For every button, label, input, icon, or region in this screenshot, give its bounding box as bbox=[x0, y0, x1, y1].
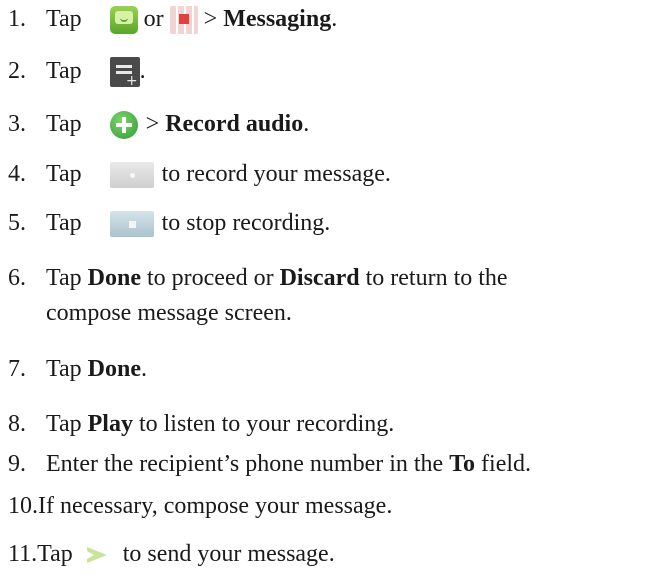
app-grid-icon bbox=[169, 6, 198, 35]
step-text: to stop recording. bbox=[161, 210, 331, 236]
step-text: Tap bbox=[46, 411, 82, 437]
step-punct: . bbox=[139, 58, 146, 84]
messaging-app-icon bbox=[109, 6, 138, 35]
step-keyword: Play bbox=[87, 411, 133, 437]
step-11: 11.Tap to send your message. bbox=[8, 540, 335, 568]
step-3: 3. Tap > Record audio. bbox=[8, 110, 310, 140]
step-keyword: Messaging bbox=[223, 6, 332, 32]
step-text: or bbox=[143, 6, 164, 32]
step-text: to send your message. bbox=[122, 541, 335, 567]
step-6: 6. Tap Done to proceed or Discard to retu… bbox=[8, 264, 508, 292]
step-keyword: Done bbox=[87, 356, 141, 382]
step-number: 9. bbox=[8, 451, 26, 477]
send-arrow-icon bbox=[83, 544, 109, 566]
step-number: 6. bbox=[8, 265, 26, 291]
step-8: 8. Tap Play to listen to your recording. bbox=[8, 410, 394, 438]
step-keyword: Done bbox=[87, 265, 141, 291]
step-keyword: Record audio bbox=[165, 111, 304, 137]
step-text: Tap bbox=[46, 356, 82, 382]
step-text: > bbox=[203, 6, 218, 32]
step-number: 2. bbox=[8, 58, 26, 84]
step-punct: . bbox=[303, 111, 310, 137]
step-text: Tap bbox=[46, 265, 82, 291]
step-9: 9. Enter the recipient’s phone number in … bbox=[8, 450, 531, 478]
step-text: Tap bbox=[37, 541, 73, 567]
step-text: to proceed or bbox=[146, 265, 274, 291]
step-text: Tap bbox=[46, 58, 82, 84]
step-4: 4. Tap to record your message. bbox=[8, 160, 391, 189]
step-keyword: To bbox=[449, 451, 476, 477]
step-number: 1. bbox=[8, 6, 26, 32]
compose-new-message-icon bbox=[109, 57, 140, 88]
step-2: 2. Tap. bbox=[8, 57, 146, 88]
step-number: 7. bbox=[8, 356, 26, 382]
step-number: 11. bbox=[8, 541, 38, 567]
step-10: 10.If necessary, compose your message. bbox=[8, 492, 392, 520]
step-text: Enter the recipient’s phone number in th… bbox=[46, 451, 444, 477]
step-text: to record your message. bbox=[161, 161, 391, 187]
step-text: If necessary, compose your message. bbox=[38, 493, 393, 519]
step-number: 5. bbox=[8, 210, 26, 236]
step-text: to return to the bbox=[365, 265, 508, 291]
step-5: 5. Tap to stop recording. bbox=[8, 209, 331, 238]
step-1: 1. Tap or > Messaging. bbox=[8, 5, 338, 35]
step-text: to listen to your recording. bbox=[138, 411, 395, 437]
step-number: 3. bbox=[8, 111, 26, 137]
step-punct: . bbox=[331, 6, 338, 32]
step-text: Tap bbox=[46, 161, 82, 187]
step-text: field. bbox=[481, 451, 532, 477]
step-number: 10. bbox=[8, 493, 38, 519]
step-text: Tap bbox=[46, 210, 82, 236]
step-keyword: Discard bbox=[279, 265, 360, 291]
step-7: 7. Tap Done. bbox=[8, 355, 147, 383]
step-text: Tap bbox=[46, 6, 82, 32]
step-text: > bbox=[145, 111, 160, 137]
step-text: Tap bbox=[46, 111, 82, 137]
stop-button-icon bbox=[109, 211, 154, 238]
record-button-icon bbox=[109, 162, 154, 189]
add-attachment-icon bbox=[109, 111, 138, 140]
step-6-continuation: compose message screen. bbox=[46, 300, 292, 326]
step-number: 4. bbox=[8, 161, 26, 187]
step-punct: . bbox=[140, 356, 147, 382]
step-number: 8. bbox=[8, 411, 26, 437]
